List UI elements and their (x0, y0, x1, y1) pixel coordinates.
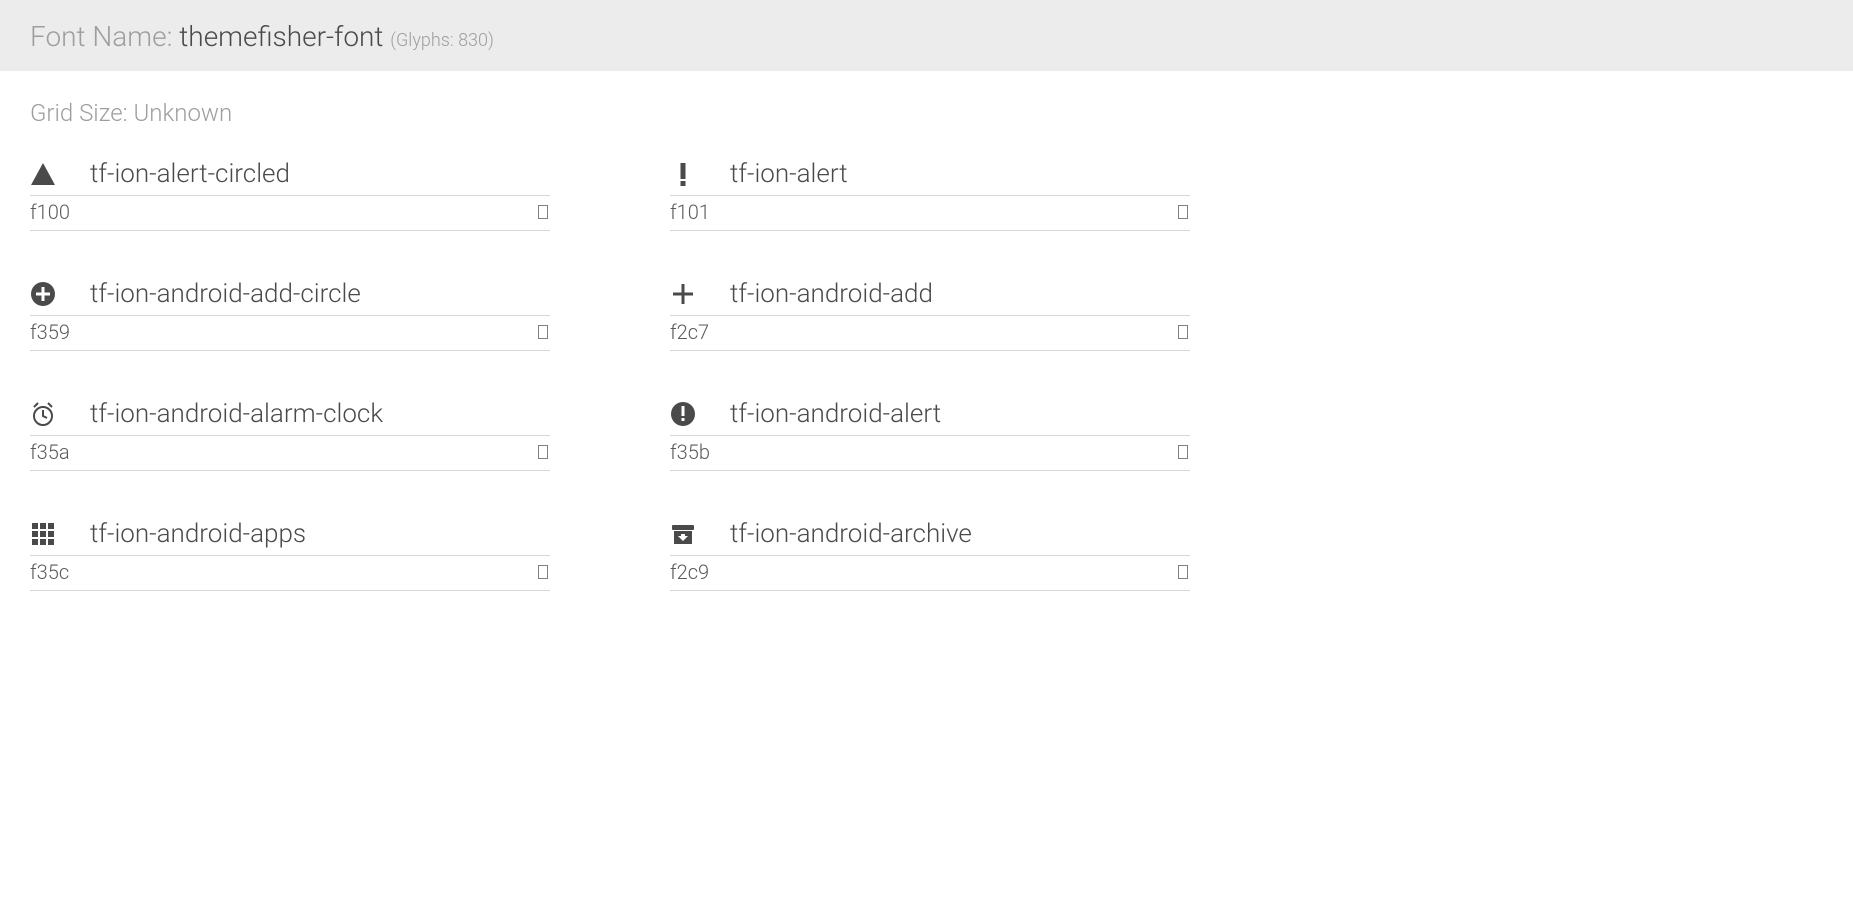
glyph-name: tf-ion-android-add-circle (90, 279, 361, 309)
header: Font Name: themefisher-font (Glyphs: 830… (0, 0, 1853, 71)
glyph-placeholder-icon (1178, 565, 1188, 579)
glyph-code: f35c (30, 560, 69, 584)
glyph-placeholder-icon (538, 445, 548, 459)
exclamation-icon (670, 161, 730, 187)
glyph-cell: tf-ion-android-alarm-clock f35a (30, 399, 550, 471)
glyph-code: f35b (670, 440, 710, 464)
glyph-name: tf-ion-android-archive (730, 519, 972, 549)
glyph-placeholder-icon (538, 325, 548, 339)
glyph-placeholder-icon (538, 565, 548, 579)
font-name-value: themefisher-font (179, 20, 383, 53)
glyph-cell: tf-ion-alert f101 (670, 159, 1190, 231)
font-name-label: Font Name: (30, 20, 179, 53)
glyph-code: f100 (30, 200, 70, 224)
glyph-code: f2c9 (670, 560, 709, 584)
glyph-cell: tf-ion-android-alert f35b (670, 399, 1190, 471)
plus-circle-filled-icon (30, 281, 90, 307)
glyph-cell: tf-ion-alert-circled f100 (30, 159, 550, 231)
apps-grid-icon (30, 521, 90, 547)
exclaim-circle-fill-icon (670, 401, 730, 427)
grid-size-value: Unknown (134, 99, 233, 127)
grid-size-label: Grid Size: (30, 99, 134, 127)
glyph-placeholder-icon (1178, 325, 1188, 339)
grid-size: Grid Size: Unknown (0, 71, 1853, 137)
glyph-code: f359 (30, 320, 70, 344)
glyph-name: tf-ion-alert (730, 159, 848, 189)
glyph-name: tf-ion-alert-circled (90, 159, 290, 189)
glyph-placeholder-icon (1178, 445, 1188, 459)
alert-triangle-icon (30, 161, 90, 187)
alarm-clock-icon (30, 401, 90, 427)
glyph-placeholder-icon (1178, 205, 1188, 219)
glyph-placeholder-icon (538, 205, 548, 219)
glyph-name: tf-ion-android-apps (90, 519, 306, 549)
glyph-cell: tf-ion-android-add-circle f359 (30, 279, 550, 351)
glyph-cell: tf-ion-android-apps f35c (30, 519, 550, 591)
glyph-code: f101 (670, 200, 710, 224)
glyph-cell: tf-ion-android-archive f2c9 (670, 519, 1190, 591)
glyph-code: f35a (30, 440, 70, 464)
glyph-code: f2c7 (670, 320, 709, 344)
glyph-name: tf-ion-android-alarm-clock (90, 399, 383, 429)
glyph-name: tf-ion-android-add (730, 279, 933, 309)
archive-icon (670, 521, 730, 547)
plus-icon (670, 281, 730, 307)
glyph-cell: tf-ion-android-add f2c7 (670, 279, 1190, 351)
glyph-count: (Glyphs: 830) (390, 30, 494, 51)
glyph-grid: tf-ion-alert-circled f100 tf-ion-alert f… (0, 159, 1853, 591)
glyph-name: tf-ion-android-alert (730, 399, 941, 429)
